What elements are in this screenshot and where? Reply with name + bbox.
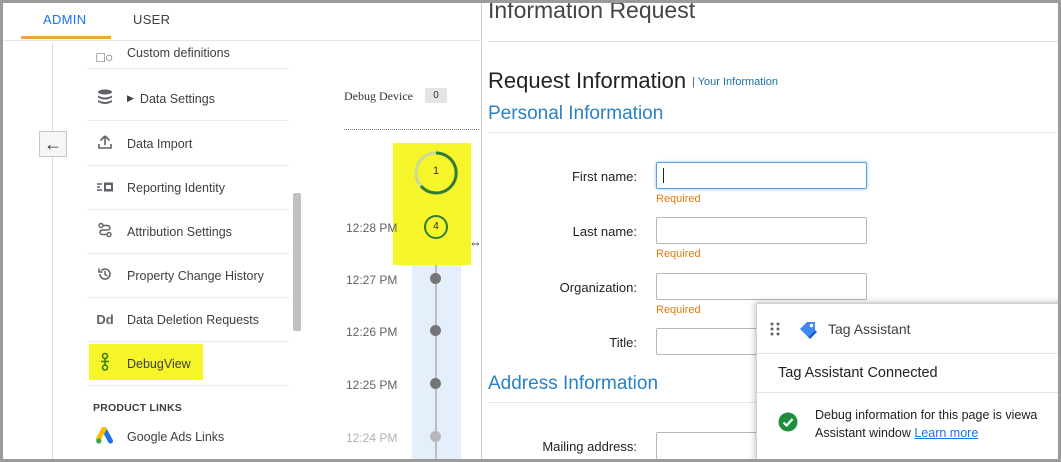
sidebar-item-label: Data Deletion Requests xyxy=(127,312,260,327)
organization-input[interactable] xyxy=(656,273,867,300)
first-name-required: Required xyxy=(656,193,701,205)
tag-assistant-message-line1: Debug information for this page is viewa xyxy=(815,408,1038,422)
sidebar-item-label: Custom definitions xyxy=(127,46,230,60)
arrow-left-icon: ← xyxy=(44,133,62,154)
screenshot-frame: ADMIN USER ← □○ Custom definitions ▶ Dat… xyxy=(0,0,1061,462)
tab-user[interactable]: USER xyxy=(133,12,170,27)
event-count-badge[interactable]: 4 xyxy=(424,215,448,239)
timeline-dot[interactable] xyxy=(430,273,441,284)
google-ads-icon xyxy=(93,426,117,448)
last-name-required: Required xyxy=(656,248,701,260)
timeline-dot[interactable] xyxy=(430,378,441,389)
tag-assistant-title: Tag Assistant xyxy=(828,321,911,337)
sidebar-item-custom-definitions[interactable]: □○ Custom definitions xyxy=(87,35,289,69)
sidebar-item-property-change-history[interactable]: Property Change History xyxy=(87,254,289,298)
nav-vertical-line xyxy=(52,43,53,459)
check-circle-icon xyxy=(778,412,798,432)
sidebar-item-label: Property Change History xyxy=(127,268,264,283)
form-heading: Request Information xyxy=(488,68,687,93)
first-name-label: First name: xyxy=(571,169,637,184)
sidebar-item-data-import[interactable]: Data Import xyxy=(87,122,289,166)
learn-more-link[interactable]: Learn more xyxy=(914,426,978,440)
tag-assistant-message-text: Assistant window xyxy=(815,426,911,440)
sidebar-item-google-ads-links[interactable]: Google Ads Links xyxy=(87,415,289,459)
ga-admin-panel: ADMIN USER ← □○ Custom definitions ▶ Dat… xyxy=(3,3,483,459)
tag-assistant-divider xyxy=(757,392,1058,393)
last-name-input[interactable] xyxy=(656,217,867,244)
drag-handle-icon[interactable] xyxy=(769,321,781,337)
timeline-time: 12:25 PM xyxy=(346,378,398,392)
sidebar-item-label: Attribution Settings xyxy=(127,224,232,239)
sidebar-item-data-deletion-requests[interactable]: Dd Data Deletion Requests xyxy=(87,298,289,342)
sidebar-item-label: Data Settings xyxy=(139,91,215,106)
organization-required: Required xyxy=(656,304,701,316)
history-icon xyxy=(93,266,117,285)
heading-separator: | xyxy=(692,76,695,88)
event-count-ring-number: 1 xyxy=(432,165,440,177)
sidebar-item-label: DebugView xyxy=(127,356,191,371)
caret-right-icon[interactable]: ▶ xyxy=(127,93,134,104)
tag-assistant-message: Debug information for this page is viewa… xyxy=(815,406,1058,442)
first-name-input[interactable] xyxy=(656,162,867,189)
upload-icon xyxy=(93,134,117,153)
mailing-address-label: Mailing address: xyxy=(542,439,637,454)
timeline-time: 12:26 PM xyxy=(346,325,398,339)
dotted-divider xyxy=(344,129,479,130)
address-information-title: Address Information xyxy=(488,373,659,394)
tag-assistant-header: Tag Assistant xyxy=(757,304,1058,354)
your-information-link[interactable]: Your Information xyxy=(698,76,778,88)
attribution-path-icon xyxy=(93,222,117,241)
form-heading-link-wrap: | Your Information xyxy=(692,76,778,88)
organization-label: Organization: xyxy=(559,280,637,295)
database-icon xyxy=(93,89,117,108)
sidebar-item-debugview[interactable]: DebugView xyxy=(87,342,289,386)
sidebar-item-attribution-settings[interactable]: Attribution Settings xyxy=(87,210,289,254)
page-title-divider xyxy=(488,41,1058,42)
reporting-identity-icon xyxy=(93,180,117,196)
text-caret xyxy=(663,168,664,183)
last-name-label: Last name: xyxy=(572,224,637,239)
debug-device-label: Debug Device xyxy=(344,89,413,103)
tab-admin[interactable]: ADMIN xyxy=(43,12,86,27)
personal-information-title: Personal Information xyxy=(488,103,664,124)
debug-bug-icon xyxy=(93,352,117,375)
sidebar-item-label: Google Ads Links xyxy=(127,430,225,444)
title-label: Title: xyxy=(609,335,637,350)
tag-assistant-panel: Tag Assistant Tag Assistant Connected De… xyxy=(756,303,1058,459)
sidebar-item-label: Reporting Identity xyxy=(127,180,225,195)
sidebar-item-label: Data Import xyxy=(127,136,193,151)
debug-device-count[interactable]: 0 xyxy=(425,88,447,103)
nav-scrollbar[interactable] xyxy=(293,193,301,331)
page-title: Information Request xyxy=(488,0,696,23)
timeline-dot[interactable] xyxy=(430,325,441,336)
section-divider xyxy=(488,132,1058,133)
sidebar-item-data-settings[interactable]: ▶ Data Settings xyxy=(87,77,289,121)
tag-assistant-logo-icon xyxy=(800,322,817,339)
sidebar-item-reporting-identity[interactable]: Reporting Identity xyxy=(87,166,289,210)
custom-definitions-icon: □○ xyxy=(96,49,114,65)
data-deletion-icon: Dd xyxy=(96,312,114,327)
timeline-time: 12:24 PM xyxy=(346,431,398,445)
timeline-time: 12:28 PM xyxy=(346,221,398,235)
tag-assistant-status: Tag Assistant Connected xyxy=(778,365,938,381)
product-links-heading: PRODUCT LINKS xyxy=(93,402,182,414)
timeline-dot[interactable] xyxy=(430,431,441,442)
timeline-time: 12:27 PM xyxy=(346,273,398,287)
tag-assistant-message-line2: Assistant window Learn more xyxy=(815,424,1058,442)
back-button[interactable]: ← xyxy=(39,131,67,157)
